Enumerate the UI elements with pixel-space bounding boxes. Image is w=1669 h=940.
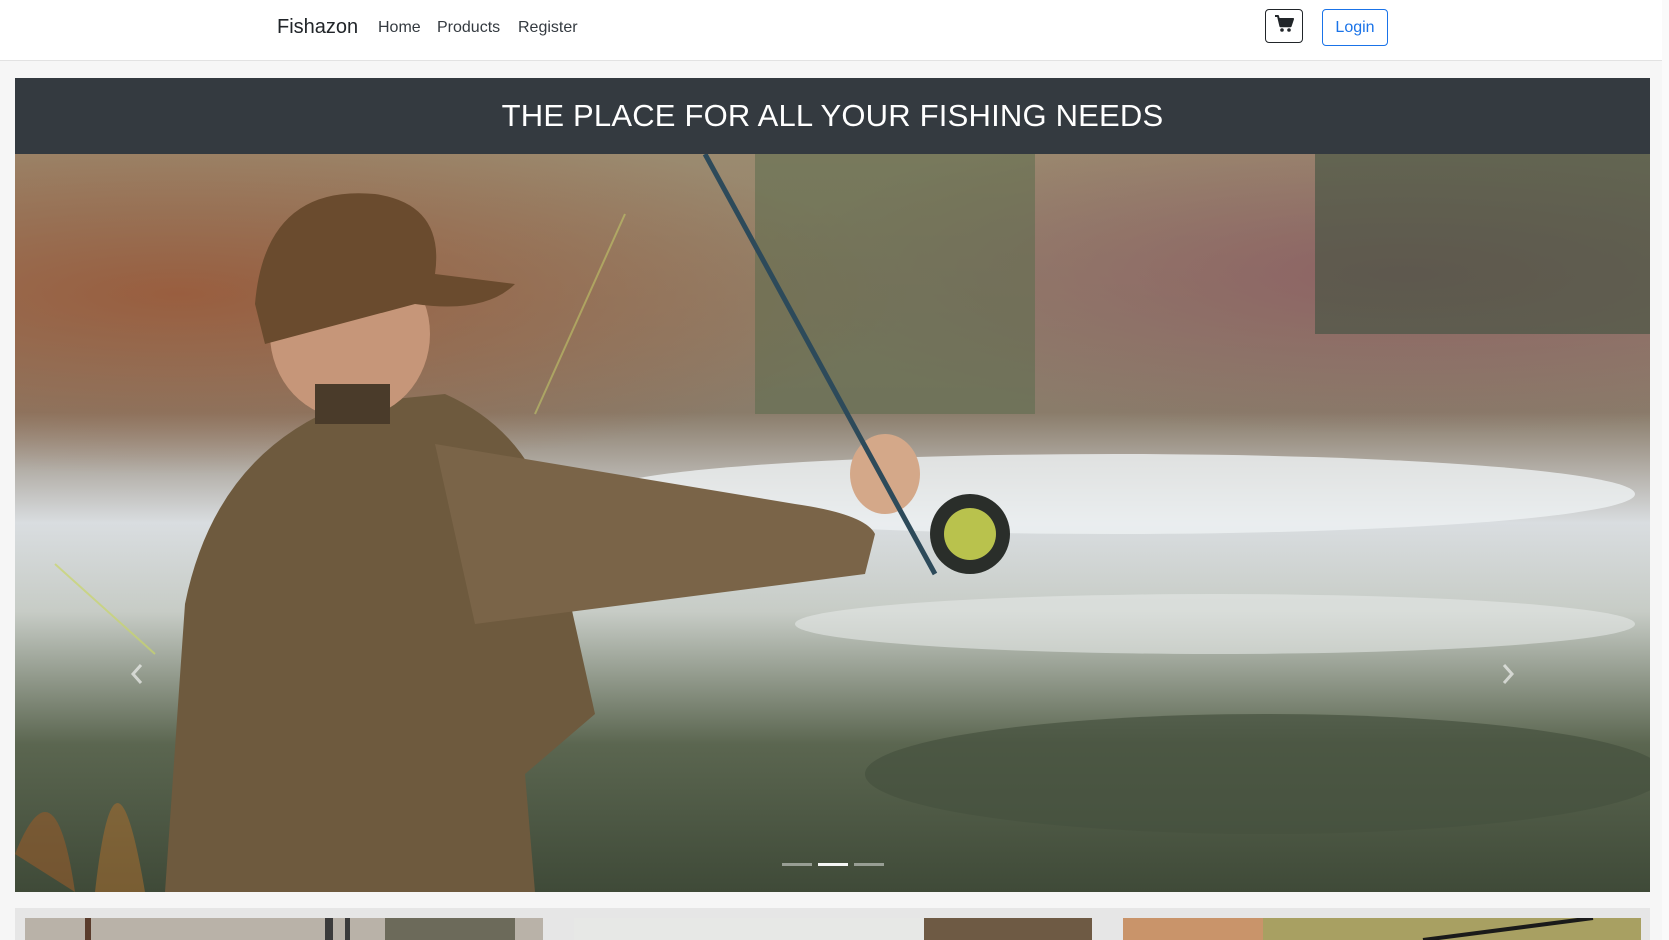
carousel-indicator-2[interactable]: [817, 863, 848, 866]
chevron-left-icon: [129, 662, 145, 686]
hero-heading: THE PLACE FOR ALL YOUR FISHING NEEDS: [501, 98, 1164, 133]
carousel-next-button[interactable]: [1488, 654, 1528, 694]
nav-link-products[interactable]: Products: [437, 19, 500, 37]
chevron-right-icon: [1500, 662, 1516, 686]
product-card[interactable]: [574, 918, 1092, 940]
page-scrollbar[interactable]: [1662, 0, 1669, 940]
brand-logo[interactable]: Fishazon: [277, 16, 358, 39]
product-card[interactable]: [1123, 918, 1641, 940]
carousel-indicator-1[interactable]: [781, 863, 812, 866]
product-card[interactable]: [25, 918, 543, 940]
cart-button[interactable]: [1265, 9, 1303, 43]
carousel-slide-image: [15, 154, 1650, 892]
carousel-indicators: [15, 863, 1650, 866]
carousel-indicator-3[interactable]: [853, 863, 884, 866]
nav-link-home[interactable]: Home: [378, 19, 421, 37]
hero-banner: THE PLACE FOR ALL YOUR FISHING NEEDS: [15, 78, 1650, 154]
nav-link-register[interactable]: Register: [518, 19, 578, 37]
product-card-image: [25, 918, 543, 940]
shopping-cart-icon: [1274, 14, 1294, 38]
carousel-prev-button[interactable]: [117, 654, 157, 694]
product-card-image: [574, 918, 1092, 940]
login-button[interactable]: Login: [1322, 9, 1388, 46]
hero-carousel[interactable]: [15, 154, 1650, 892]
product-card-image: [1123, 918, 1641, 940]
top-navbar: Fishazon Home Products Register Login: [0, 0, 1669, 61]
